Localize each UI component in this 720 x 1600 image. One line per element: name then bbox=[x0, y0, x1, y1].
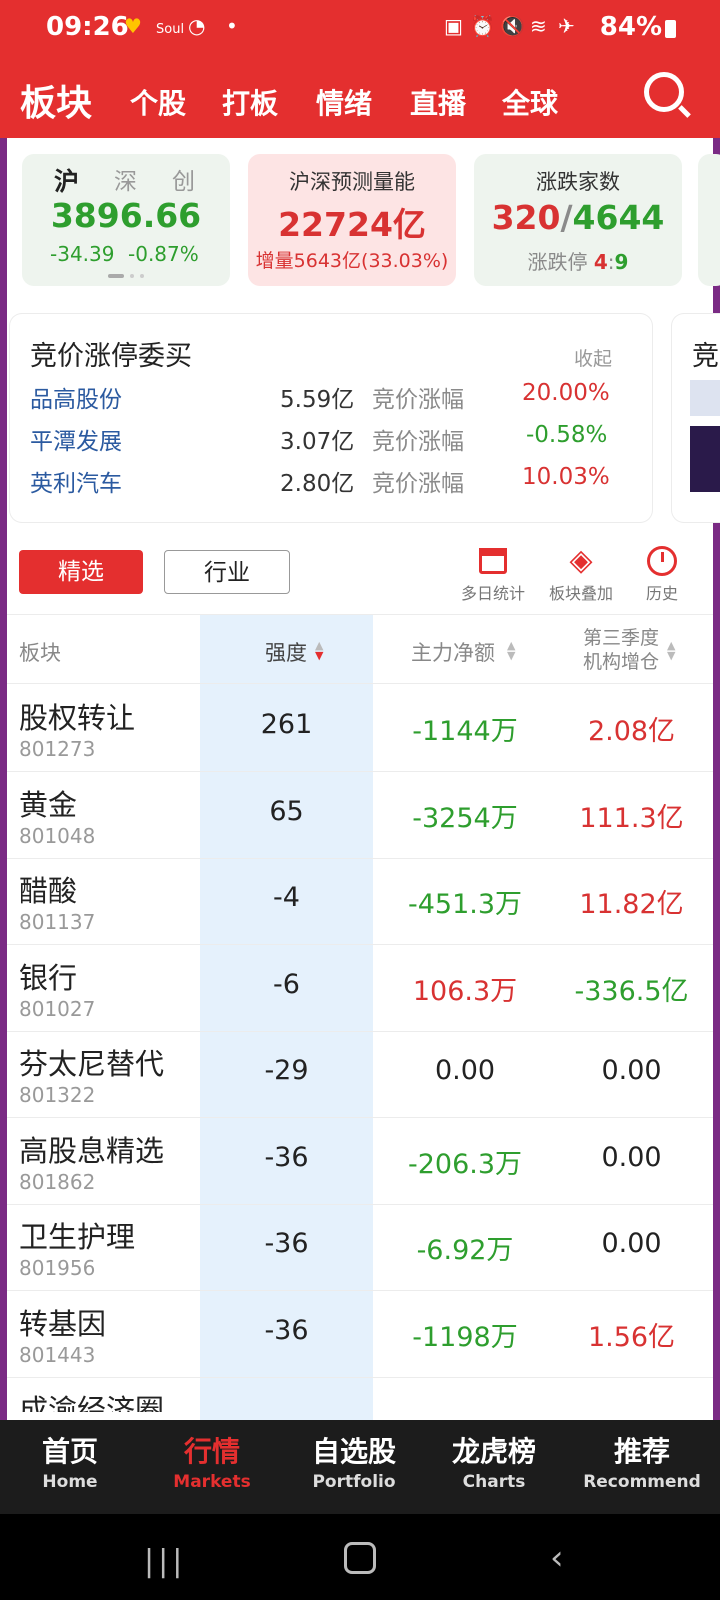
q3-institution-increase: 1.56亿 bbox=[587, 1321, 676, 1353]
main-net-inflow: -1198万 bbox=[412, 1321, 518, 1353]
sector-name: 醋酸 bbox=[19, 874, 78, 908]
nav-home-label: 首页 bbox=[41, 1435, 98, 1468]
q3-institution-increase: -336.5亿 bbox=[574, 975, 689, 1007]
q3-institution-increase: 2.08亿 bbox=[587, 716, 676, 747]
nav-recommend-sublabel: Recommend bbox=[583, 1472, 701, 1492]
nav-home[interactable]: 首页 Home bbox=[0, 1430, 140, 1492]
back-icon[interactable]: ‹ bbox=[550, 1538, 564, 1578]
home-icon[interactable] bbox=[344, 1542, 376, 1574]
sector-code: 801273 bbox=[19, 737, 96, 761]
sector-strength: 261 bbox=[260, 709, 313, 740]
main-net-inflow: 106.3万 bbox=[412, 975, 518, 1007]
sector-code: 801443 bbox=[19, 1342, 96, 1367]
sector-code: 801137 bbox=[19, 910, 96, 934]
table-row[interactable]: 成渝经济圈 bbox=[7, 1375, 713, 1412]
table-row[interactable]: 转基因 801443 -36 -1198万 1.56亿 bbox=[7, 1289, 713, 1378]
sector-code: 801862 bbox=[19, 1169, 96, 1194]
sector-strength: -36 bbox=[264, 1228, 309, 1259]
table-row[interactable]: 股权转让 801273 261 -1144万 2.08亿 bbox=[7, 683, 713, 772]
table-row[interactable]: 芬太尼替代 801322 -29 0.00 0.00 bbox=[7, 1029, 713, 1118]
main-net-inflow: -206.3万 bbox=[407, 1148, 523, 1180]
main-net-inflow: -451.3万 bbox=[407, 889, 523, 920]
table-row[interactable]: 银行 801027 -6 106.3万 -336.5亿 bbox=[7, 943, 713, 1032]
nav-markets-sublabel: Markets bbox=[173, 1472, 251, 1492]
nav-recommend-label: 推荐 bbox=[613, 1435, 670, 1468]
nav-charts-label: 龙虎榜 bbox=[451, 1435, 536, 1468]
table-row[interactable]: 高股息精选 801862 -36 -206.3万 0.00 bbox=[7, 1116, 713, 1205]
sector-strength: -36 bbox=[264, 1141, 309, 1173]
nav-portfolio-sublabel: Portfolio bbox=[312, 1472, 396, 1492]
sector-name: 芬太尼替代 bbox=[19, 1047, 165, 1081]
bottom-navigation: 首页 Home 行情 Markets 自选股 Portfolio 龙虎榜 Cha… bbox=[0, 1420, 720, 1514]
sector-code: 801322 bbox=[19, 1083, 96, 1107]
table-row[interactable]: 醋酸 801137 -4 -451.3万 11.82亿 bbox=[7, 856, 713, 945]
sector-name: 转基因 bbox=[19, 1306, 107, 1341]
q3-institution-increase: 0.00 bbox=[601, 1055, 662, 1086]
nav-markets[interactable]: 行情 Markets bbox=[142, 1430, 282, 1492]
sector-name: 银行 bbox=[19, 960, 78, 995]
sector-strength: 65 bbox=[269, 795, 304, 827]
nav-portfolio[interactable]: 自选股 Portfolio bbox=[284, 1430, 424, 1492]
main-net-inflow: -3254万 bbox=[412, 802, 518, 834]
recent-apps-icon[interactable]: ||| bbox=[144, 1544, 186, 1579]
sector-name: 高股息精选 bbox=[19, 1133, 165, 1168]
nav-charts-sublabel: Charts bbox=[462, 1472, 526, 1492]
sector-name: 黄金 bbox=[19, 787, 78, 822]
q3-institution-increase: 0.00 bbox=[601, 1228, 662, 1259]
system-navigation-bar: ||| ‹ bbox=[0, 1514, 720, 1600]
sector-code: 801027 bbox=[19, 996, 96, 1021]
sector-name: 股权转让 bbox=[19, 701, 136, 735]
main-net-inflow: -1144万 bbox=[412, 716, 518, 747]
main-net-inflow: -6.92万 bbox=[416, 1235, 514, 1266]
sector-strength: -6 bbox=[273, 968, 300, 1000]
nav-markets-label: 行情 bbox=[183, 1435, 240, 1468]
nav-portfolio-label: 自选股 bbox=[311, 1435, 396, 1468]
main-net-inflow: 0.00 bbox=[434, 1055, 496, 1086]
sector-strength: -4 bbox=[273, 882, 300, 913]
sector-code: 801956 bbox=[19, 1256, 96, 1280]
table-row[interactable]: 黄金 801048 65 -3254万 111.3亿 bbox=[7, 770, 713, 859]
sector-name: 成渝经济圈 bbox=[19, 1393, 165, 1412]
nav-recommend[interactable]: 推荐 Recommend bbox=[572, 1430, 712, 1492]
sector-name: 卫生护理 bbox=[19, 1220, 136, 1254]
sector-table-body: 股权转让 801273 261 -1144万 2.08亿黄金 801048 65 -3254万… bbox=[0, 0, 720, 1412]
nav-home-sublabel: Home bbox=[42, 1472, 98, 1492]
sector-strength: -36 bbox=[264, 1314, 309, 1346]
nav-charts[interactable]: 龙虎榜 Charts bbox=[424, 1430, 564, 1492]
q3-institution-increase: 11.82亿 bbox=[579, 889, 684, 920]
sector-strength: -29 bbox=[264, 1055, 309, 1086]
sector-code: 801048 bbox=[19, 823, 96, 848]
table-row[interactable]: 卫生护理 801956 -36 -6.92万 0.00 bbox=[7, 1202, 713, 1291]
q3-institution-increase: 0.00 bbox=[601, 1141, 662, 1173]
q3-institution-increase: 111.3亿 bbox=[579, 802, 684, 834]
